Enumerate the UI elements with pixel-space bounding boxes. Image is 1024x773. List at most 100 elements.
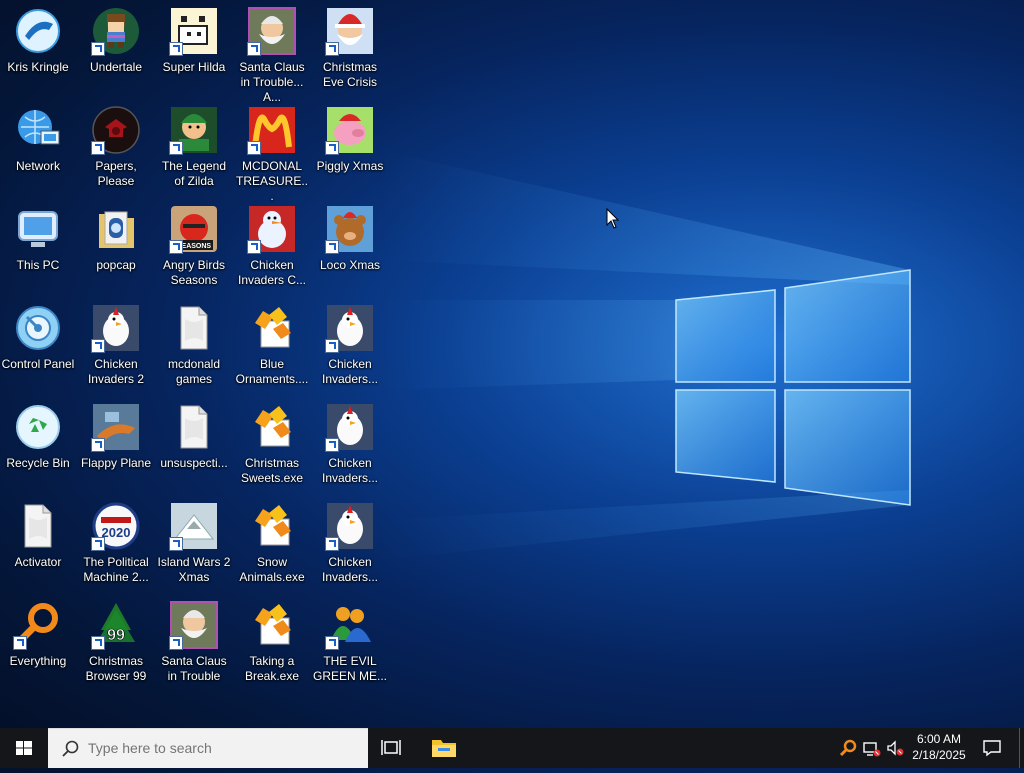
- desktop-icon[interactable]: Island Wars 2 Xmas: [156, 495, 232, 591]
- desktop-icon-label: The Political Machine 2...: [83, 555, 149, 584]
- shortcut-arrow-icon: [325, 438, 339, 452]
- desktop-icon[interactable]: Santa Claus in Trouble... A...: [234, 0, 310, 104]
- notifications-icon[interactable]: [982, 738, 1002, 758]
- desktop-icon-label: Blue Ornaments....: [235, 357, 309, 386]
- desktop-icon-label: Angry Birds Seasons: [162, 258, 226, 287]
- search-input[interactable]: [88, 740, 358, 756]
- desktop-icon[interactable]: This PC: [0, 198, 76, 294]
- political-machine-icon: 2020: [91, 501, 141, 551]
- desktop-icon[interactable]: Loco Xmas: [312, 198, 388, 294]
- folder-icon: [432, 740, 456, 757]
- desktop-icon[interactable]: Taking a Break.exe: [234, 594, 310, 690]
- desktop-icon[interactable]: Piggly Xmas: [312, 99, 388, 195]
- desktop-icon[interactable]: Chicken Invaders...: [312, 396, 388, 492]
- clock-time: 6:00 AM: [916, 732, 962, 746]
- clock-date: 2/18/2025: [912, 748, 966, 762]
- desktop-icon[interactable]: Chicken Invaders C...: [234, 198, 310, 294]
- desktop-icon[interactable]: unsuspecti...: [156, 396, 232, 492]
- taskbar-search-box[interactable]: [48, 728, 368, 768]
- shortcut-arrow-icon: [91, 537, 105, 551]
- desktop-icon-label: Chicken Invaders C...: [237, 258, 307, 287]
- everything-search-tray-icon[interactable]: [838, 738, 858, 758]
- desktop-icon[interactable]: Kris Kringle: [0, 0, 76, 96]
- shortcut-arrow-icon: [91, 636, 105, 650]
- file-explorer-button[interactable]: [422, 728, 466, 768]
- desktop-icon-label: The Legend of Zilda: [161, 159, 227, 188]
- volume-muted-icon[interactable]: [885, 738, 905, 758]
- computer-icon: [13, 204, 63, 254]
- desktop-icon[interactable]: SEASONS Angry Birds Seasons: [156, 198, 232, 294]
- shortcut-arrow-icon: [169, 42, 183, 56]
- desktop-icon-label: Piggly Xmas: [316, 159, 384, 173]
- taskbar: 6:00 AM 2/18/2025: [0, 728, 1024, 768]
- shortcut-arrow-icon: [247, 141, 261, 155]
- desktop-icon[interactable]: Chicken Invaders 2: [78, 297, 154, 393]
- everything-search-icon: [13, 600, 63, 650]
- desktop-icon[interactable]: Recycle Bin: [0, 396, 76, 492]
- desktop-icon-label: Taking a Break.exe: [244, 654, 300, 683]
- shortcut-arrow-icon: [169, 240, 183, 254]
- desktop-icon[interactable]: Super Hilda: [156, 0, 232, 96]
- task-view-button[interactable]: [372, 728, 412, 768]
- network-status-icon[interactable]: [862, 738, 882, 758]
- teddy-bear-icon: [325, 204, 375, 254]
- desktop-icon[interactable]: 2020 The Political Machine 2...: [78, 495, 154, 591]
- kris-kringle-icon: [13, 6, 63, 56]
- desktop-icon[interactable]: 99 Christmas Browser 99: [78, 594, 154, 690]
- desktop-icon-label: Control Panel: [1, 357, 75, 371]
- desktop-icon-label: Flappy Plane: [80, 456, 152, 470]
- shortcut-arrow-icon: [169, 537, 183, 551]
- desktop-icon-label: Christmas Browser 99: [85, 654, 147, 683]
- desktop-icon-label: Christmas Eve Crisis: [322, 60, 377, 89]
- svg-text:99: 99: [107, 627, 125, 644]
- desktop-icon-label: Super Hilda: [162, 60, 226, 74]
- desktop-icon[interactable]: Christmas Sweets.exe: [234, 396, 310, 492]
- desktop-icon-label: mcdonald games: [167, 357, 221, 386]
- desktop-icon[interactable]: popcap: [78, 198, 154, 294]
- system-clock[interactable]: 6:00 AM 2/18/2025: [904, 731, 974, 763]
- exe-icon: [247, 303, 297, 353]
- christmas-browser-icon: 99: [91, 600, 141, 650]
- desktop-icon[interactable]: Chicken Invaders...: [312, 495, 388, 591]
- chicken-invaders-icon: [325, 303, 375, 353]
- desktop-icon[interactable]: THE EVIL GREEN ME...: [312, 594, 388, 690]
- shortcut-arrow-icon: [325, 636, 339, 650]
- shortcut-arrow-icon: [13, 636, 27, 650]
- network-icon: [13, 105, 63, 155]
- desktop-icon[interactable]: Undertale: [78, 0, 154, 96]
- desktop-icon[interactable]: The Legend of Zilda: [156, 99, 232, 195]
- exe-icon: [247, 501, 297, 551]
- desktop-icon-label: Activator: [14, 555, 62, 569]
- desktop-icon[interactable]: Chicken Invaders...: [312, 297, 388, 393]
- shortcut-arrow-icon: [91, 42, 105, 56]
- desktop-icon[interactable]: Activator: [0, 495, 76, 591]
- desktop-icon[interactable]: Blue Ornaments....: [234, 297, 310, 393]
- desktop-icon-label: This PC: [16, 258, 60, 272]
- file-icon: [169, 402, 219, 452]
- desktop-icon-label: Christmas Sweets.exe: [240, 456, 304, 485]
- shortcut-arrow-icon: [325, 141, 339, 155]
- desktop-icon[interactable]: Christmas Eve Crisis: [312, 0, 388, 96]
- desktop-icon[interactable]: Flappy Plane: [78, 396, 154, 492]
- start-button[interactable]: [0, 728, 48, 768]
- recycle-bin-icon: [13, 402, 63, 452]
- desktop-icon[interactable]: Papers, Please: [78, 99, 154, 195]
- show-desktop-button[interactable]: [1019, 728, 1024, 768]
- undertale-icon: [91, 6, 141, 56]
- desktop-icon[interactable]: Everything: [0, 594, 76, 690]
- flappy-plane-icon: [91, 402, 141, 452]
- desktop-icon[interactable]: MCDONAL TREASURE...: [234, 99, 310, 203]
- legend-of-zilda-icon: [169, 105, 219, 155]
- desktop-icon[interactable]: Network: [0, 99, 76, 195]
- desktop-icon-label: popcap: [96, 258, 136, 272]
- folder-icon: [91, 204, 141, 254]
- desktop-icon[interactable]: Santa Claus in Trouble: [156, 594, 232, 690]
- desktop-icon[interactable]: Control Panel: [0, 297, 76, 393]
- shortcut-arrow-icon: [325, 42, 339, 56]
- exe-icon: [247, 402, 297, 452]
- desktop-icon[interactable]: Snow Animals.exe: [234, 495, 310, 591]
- shortcut-arrow-icon: [91, 339, 105, 353]
- desktop-icon[interactable]: mcdonald games: [156, 297, 232, 393]
- desktop-icon-label: Chicken Invaders 2: [87, 357, 145, 386]
- desktop-icon-label: unsuspecti...: [160, 456, 228, 470]
